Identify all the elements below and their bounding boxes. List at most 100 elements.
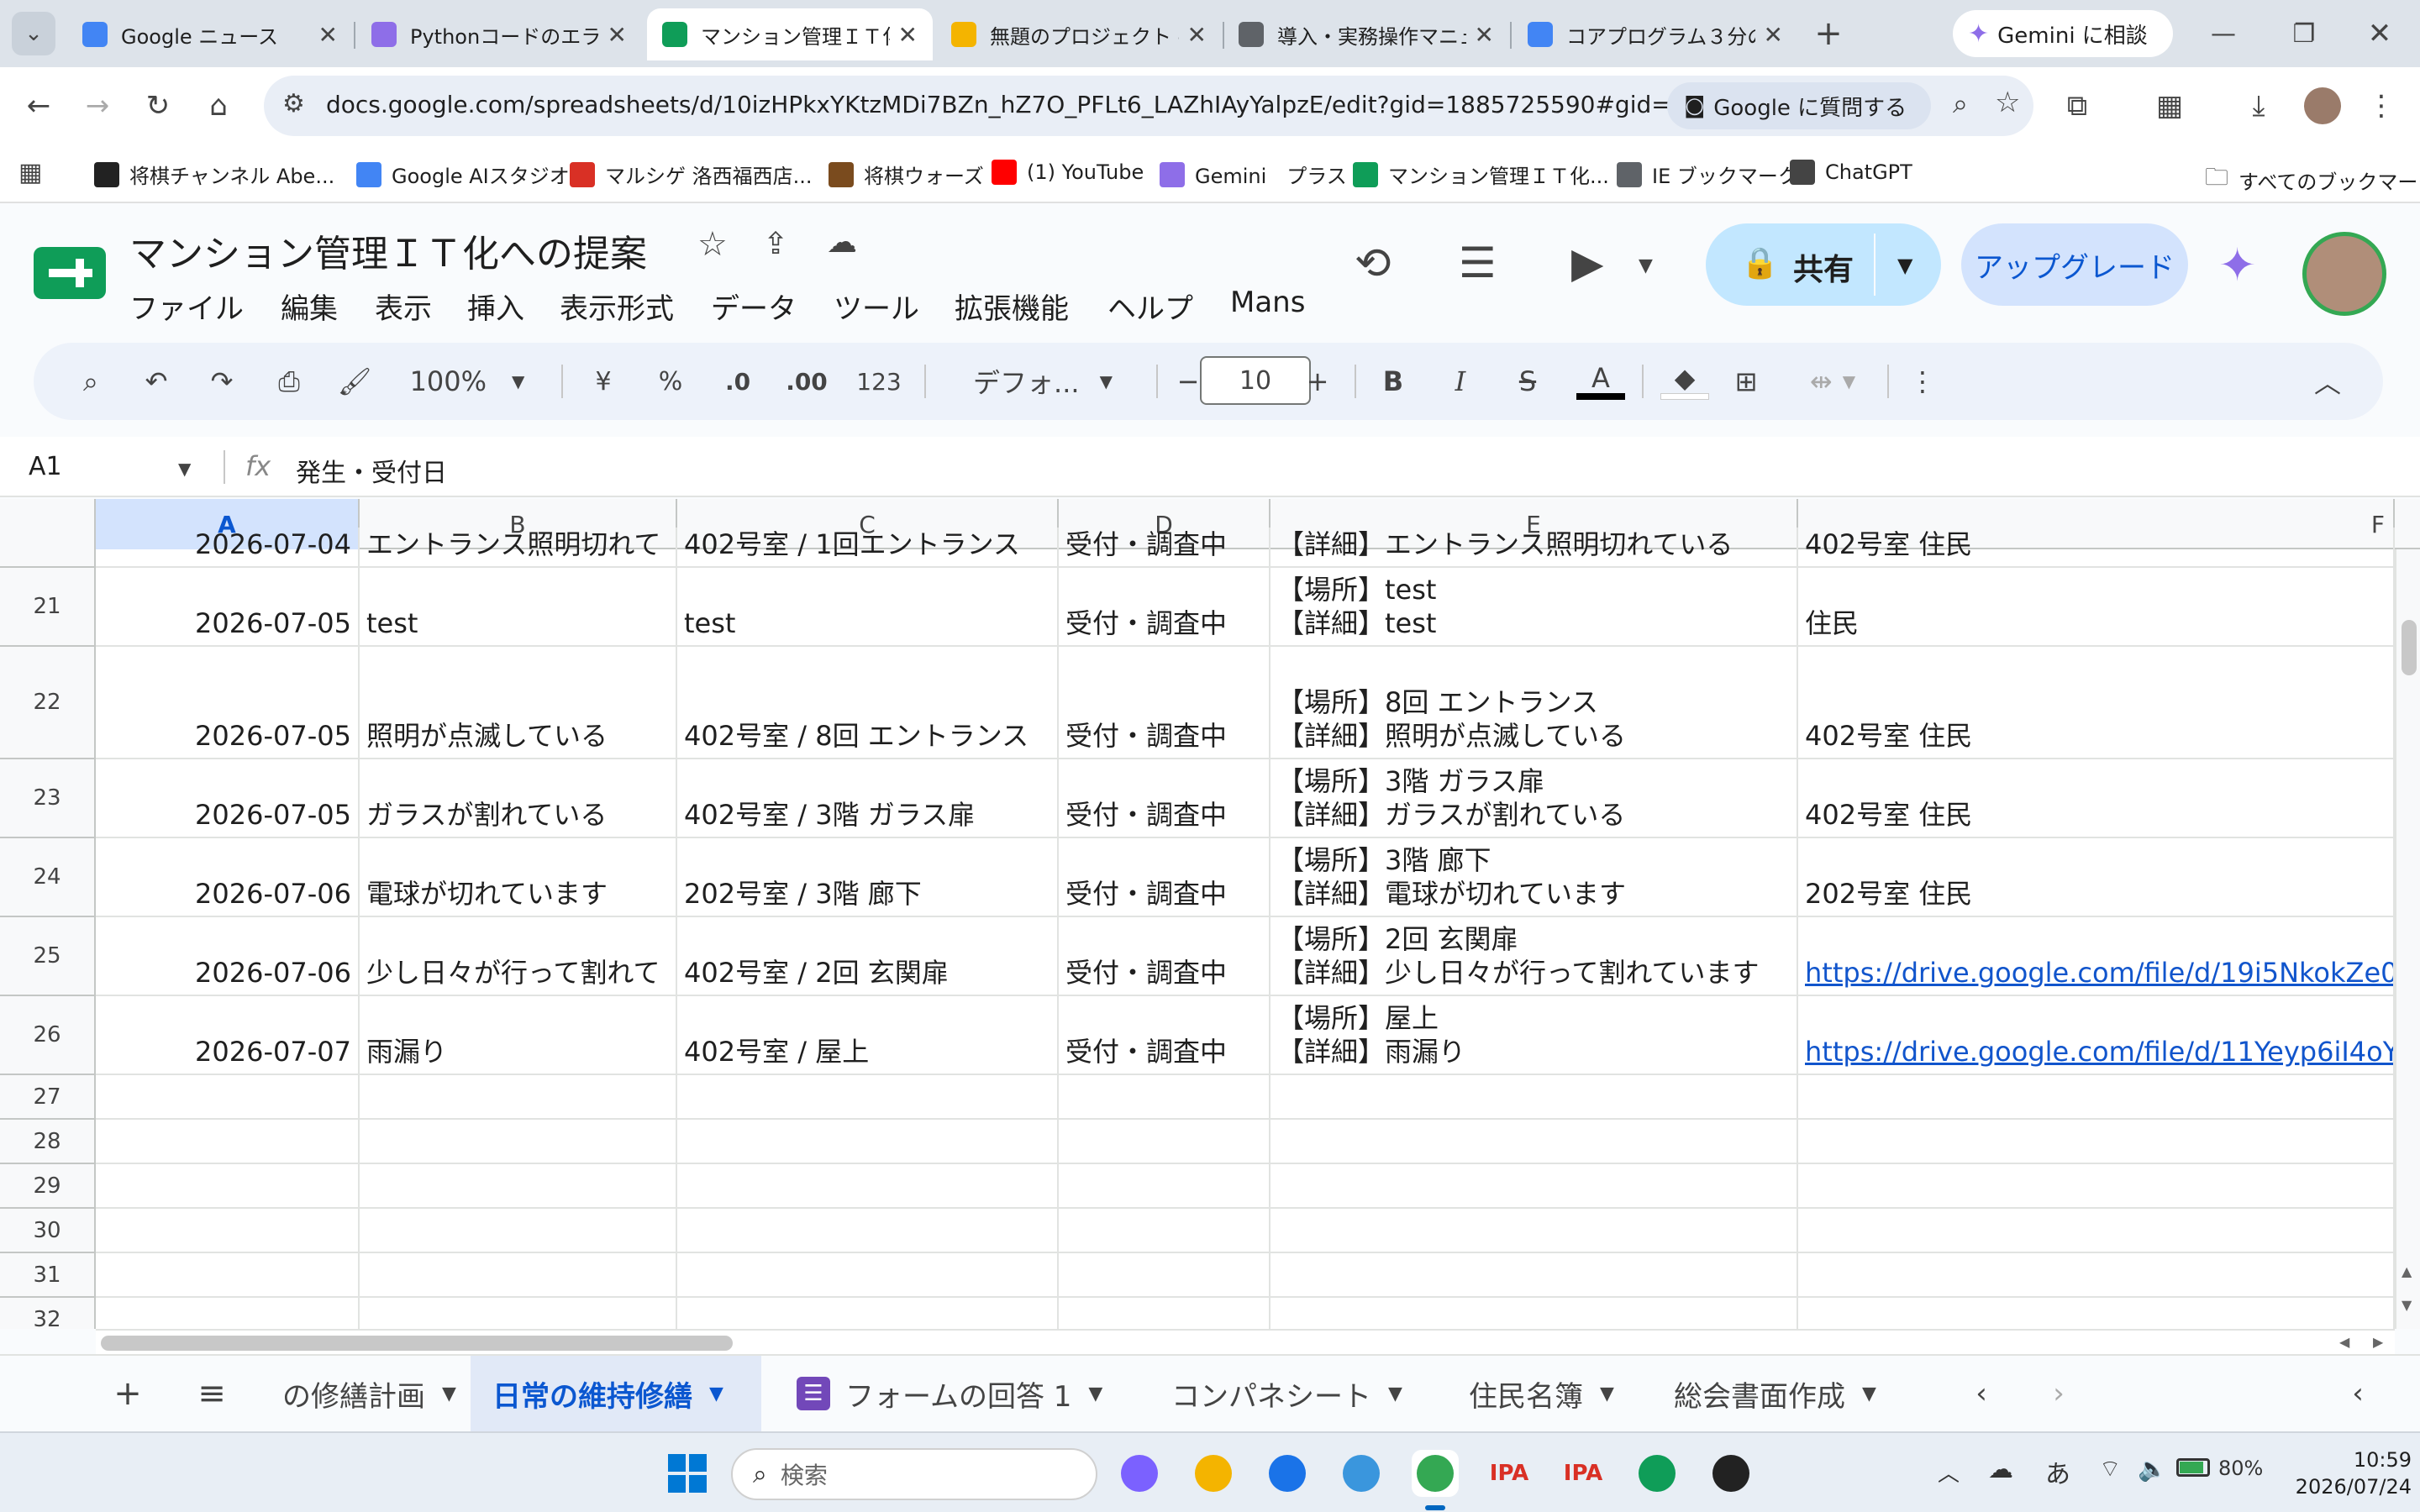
browser-tab[interactable]: Pythonコードのエラー修正 ✕ bbox=[356, 8, 642, 60]
sheet-scroll-right-icon[interactable]: › bbox=[2042, 1356, 2075, 1431]
cell-b[interactable]: 電球が切れています bbox=[360, 838, 677, 916]
menu-item[interactable]: 挿入 bbox=[467, 286, 524, 327]
cell-d[interactable]: 受付・調査中 bbox=[1059, 996, 1270, 1074]
chrome-icon[interactable] bbox=[1412, 1450, 1459, 1510]
row-header[interactable]: 27 bbox=[0, 1075, 96, 1120]
cell-b[interactable]: ガラスが割れている bbox=[360, 759, 677, 837]
decrease-decimal-button[interactable]: .0 bbox=[714, 361, 761, 402]
text-color-icon[interactable]: A bbox=[1575, 361, 1627, 402]
edge-icon[interactable] bbox=[1634, 1450, 1681, 1497]
cell-c[interactable]: 402号室 / 2回 玄関扉 bbox=[677, 917, 1059, 995]
cell-f[interactable]: 402号室 住民 bbox=[1798, 528, 2395, 566]
cell-d[interactable]: 受付・調査中 bbox=[1059, 647, 1270, 758]
url-text[interactable]: docs.google.com/spreadsheets/d/10izHPkxY… bbox=[326, 91, 1821, 118]
increase-font-size-icon[interactable]: + bbox=[1299, 361, 1336, 402]
cell-c[interactable]: 402号室 / 3階 ガラス扉 bbox=[677, 759, 1059, 837]
horizontal-scroll-thumb[interactable] bbox=[101, 1336, 733, 1351]
zoom-select[interactable]: 100% ▼ bbox=[408, 361, 526, 402]
bookmark-item[interactable]: ChatGPT bbox=[1790, 160, 1912, 185]
bookmark-item[interactable]: 将棋ウォーズ bbox=[829, 160, 984, 189]
row-header[interactable]: 29 bbox=[0, 1164, 96, 1209]
cell-e[interactable] bbox=[1270, 1075, 1798, 1118]
cell-c[interactable]: test bbox=[677, 568, 1059, 645]
strikethrough-icon[interactable]: S bbox=[1509, 361, 1546, 402]
menu-item[interactable]: ツール bbox=[834, 286, 919, 327]
gemini-icon[interactable]: ✦ bbox=[2218, 239, 2256, 291]
cell-f[interactable] bbox=[1798, 1075, 2395, 1118]
cell-a[interactable]: 2026-07-05 bbox=[96, 568, 360, 645]
cell-e[interactable]: 【詳細】エントランス照明切れている bbox=[1270, 528, 1798, 566]
cell-b[interactable]: 照明が点滅している bbox=[360, 647, 677, 758]
cell-f[interactable]: 402号室 住民 bbox=[1798, 759, 2395, 837]
row-header[interactable]: 23 bbox=[0, 759, 96, 838]
taskbar-search[interactable]: ⌕ 検索 bbox=[731, 1448, 1097, 1500]
cell-a[interactable]: 2026-07-07 bbox=[96, 996, 360, 1074]
cell-e[interactable] bbox=[1270, 1298, 1798, 1329]
bookmark-item[interactable]: (1) YouTube bbox=[992, 160, 1144, 185]
row-header[interactable]: 21 bbox=[0, 568, 96, 647]
cell-f[interactable]: 202号室 住民 bbox=[1798, 838, 2395, 916]
tab-close-icon[interactable]: ✕ bbox=[898, 21, 918, 49]
browser-tab[interactable]: Google ニュース ✕ bbox=[67, 8, 353, 60]
move-folder-icon[interactable]: ⇪ bbox=[763, 227, 788, 261]
browser-tab[interactable]: 導入・実務操作マニュアル ✕ bbox=[1223, 8, 1509, 60]
cell-b[interactable] bbox=[360, 1209, 677, 1252]
cell-e[interactable] bbox=[1270, 1164, 1798, 1207]
ime-indicator[interactable]: あ bbox=[2045, 1453, 2070, 1490]
cell-c[interactable]: 402号室 / 1回エントランス bbox=[677, 528, 1059, 566]
scroll-down-icon[interactable]: ▼ bbox=[2402, 1297, 2412, 1313]
minimize-icon[interactable]: — bbox=[2202, 12, 2245, 55]
cell-c[interactable] bbox=[677, 1209, 1059, 1252]
meet-icon[interactable]: ▶ bbox=[1571, 239, 1603, 287]
sheet-tab[interactable]: コンパネシート ▼ bbox=[1150, 1356, 1435, 1431]
doc-title[interactable]: マンション管理ＩＴ化への提案 bbox=[129, 223, 647, 277]
cell-e[interactable] bbox=[1270, 1120, 1798, 1163]
cell-d[interactable]: 受付・調査中 bbox=[1059, 917, 1270, 995]
cell-f[interactable]: 402号室 住民 bbox=[1798, 647, 2395, 758]
cell-a[interactable] bbox=[96, 1075, 360, 1118]
cell-text[interactable]: https://drive.google.com/file/d/11Yeyp6i… bbox=[1805, 1035, 2393, 1068]
gemini-button[interactable]: ✦ Gemini に相談 bbox=[1953, 10, 2173, 57]
row-header[interactable]: 26 bbox=[0, 996, 96, 1075]
cell-f[interactable]: https://drive.google.com/file/d/19i5Nkok… bbox=[1798, 917, 2395, 995]
cell-a[interactable] bbox=[96, 1120, 360, 1163]
bookmark-item[interactable]: IE ブックマーク bbox=[1617, 160, 1798, 189]
side-panel-toggle-icon[interactable]: ‹ bbox=[2341, 1356, 2375, 1431]
collapse-toolbar-icon[interactable]: ︿ bbox=[2309, 361, 2346, 402]
vertical-scrollbar[interactable]: ▲ ▼ bbox=[2395, 549, 2420, 1329]
comments-icon[interactable]: ☰ bbox=[1459, 239, 1497, 287]
cell-b[interactable] bbox=[360, 1075, 677, 1118]
start-windows-icon[interactable] bbox=[664, 1450, 711, 1497]
cell-d[interactable]: 受付・調査中 bbox=[1059, 568, 1270, 645]
omnibox[interactable]: ⚙ docs.google.com/spreadsheets/d/10izHPk… bbox=[264, 76, 2033, 136]
account-avatar[interactable] bbox=[2302, 232, 2386, 316]
browser-tab[interactable]: マンション管理ＩＴ化への提案 ✕ bbox=[647, 8, 933, 60]
sheets-logo-icon[interactable] bbox=[34, 247, 106, 299]
forward-icon[interactable]: → bbox=[76, 84, 119, 128]
cell-a[interactable]: 2026-07-05 bbox=[96, 647, 360, 758]
tab-close-icon[interactable]: ✕ bbox=[1764, 21, 1783, 49]
cell-e[interactable] bbox=[1270, 1209, 1798, 1252]
menu-item[interactable]: ヘルプ bbox=[1107, 286, 1193, 327]
cell-a[interactable]: 2026-07-05 bbox=[96, 759, 360, 837]
fill-color-icon[interactable]: ◆ bbox=[1659, 361, 1711, 402]
row-header[interactable]: 31 bbox=[0, 1253, 96, 1298]
cell-e[interactable]: 【場所】test 【詳細】test bbox=[1270, 568, 1798, 645]
cell-d[interactable] bbox=[1059, 1120, 1270, 1163]
sheet-tab[interactable]: 住民名簿 ▼ bbox=[1447, 1356, 1644, 1431]
print-icon[interactable]: ⎙ bbox=[271, 361, 308, 402]
onedrive-icon[interactable]: ☁ bbox=[1988, 1455, 2013, 1484]
new-tab-button[interactable]: + bbox=[1807, 12, 1850, 55]
redo-icon[interactable]: ↷ bbox=[203, 361, 240, 402]
cell-d[interactable] bbox=[1059, 1253, 1270, 1296]
horizontal-scrollbar[interactable]: ◀ ▶ bbox=[96, 1329, 2395, 1354]
site-info-icon[interactable]: ⚙ bbox=[282, 89, 305, 118]
sheet-tab[interactable]: の修繕計画 ▼ bbox=[260, 1356, 459, 1431]
back-icon[interactable]: ← bbox=[17, 84, 60, 128]
scroll-up-icon[interactable]: ▲ bbox=[2402, 1263, 2412, 1279]
restore-icon[interactable]: ❐ bbox=[2282, 12, 2326, 55]
all-sheets-button[interactable]: ≡ bbox=[190, 1356, 234, 1431]
cell-c[interactable] bbox=[677, 1253, 1059, 1296]
extensions-icon[interactable]: ⧉ bbox=[2055, 84, 2099, 128]
sheet-tab-dropdown-icon[interactable]: ▼ bbox=[1600, 1383, 1614, 1404]
